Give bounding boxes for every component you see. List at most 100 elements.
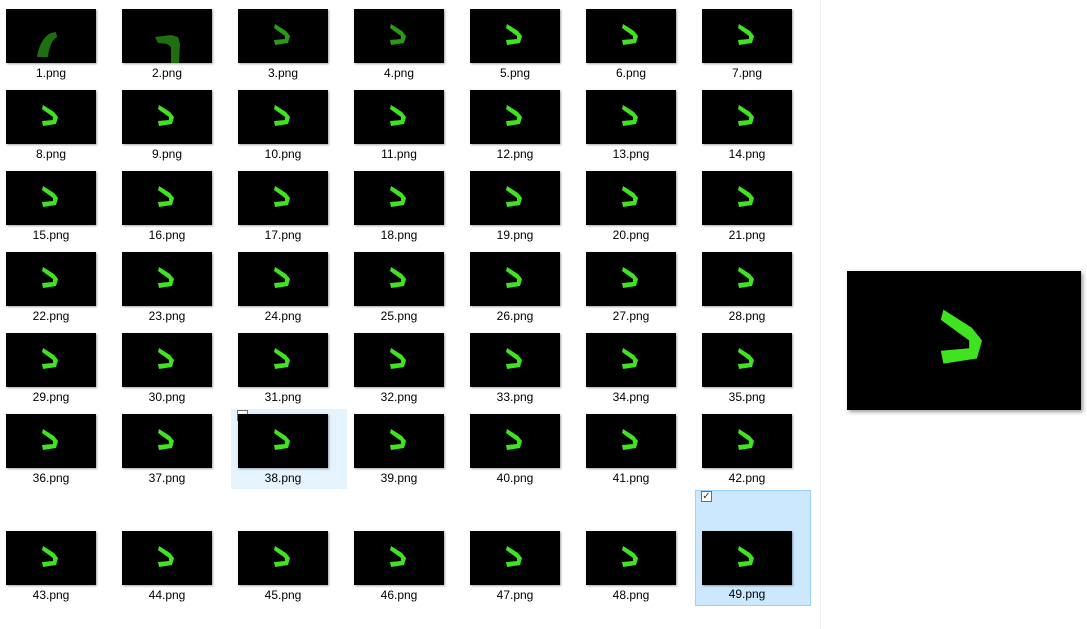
file-item[interactable]: 8.png — [0, 89, 115, 163]
file-name: 40.png — [496, 471, 534, 485]
file-thumbnail — [470, 9, 560, 63]
green-v-shape-icon — [42, 546, 58, 567]
file-thumbnail — [702, 90, 792, 144]
green-v-shape-icon — [274, 186, 290, 207]
file-name: 42.png — [728, 471, 766, 485]
file-thumbnail — [122, 252, 212, 306]
file-item[interactable]: 44.png — [115, 530, 231, 604]
file-item[interactable]: 33.png — [463, 332, 579, 406]
file-thumbnail — [122, 90, 212, 144]
file-item[interactable]: 34.png — [579, 332, 695, 406]
file-name: 10.png — [264, 147, 302, 161]
file-item[interactable]: 47.png — [463, 530, 579, 604]
file-item[interactable]: 31.png — [231, 332, 347, 406]
file-name: 46.png — [380, 588, 418, 602]
pane-divider[interactable] — [820, 0, 821, 629]
file-name: 35.png — [728, 390, 766, 404]
file-item[interactable]: 17.png — [231, 170, 347, 244]
file-thumbnail — [238, 333, 328, 387]
file-item[interactable]: 27.png — [579, 251, 695, 325]
green-v-shape-icon — [390, 186, 406, 207]
file-item[interactable]: 22.png — [0, 251, 115, 325]
file-thumbnail — [122, 531, 212, 585]
checkbox-icon[interactable]: ✓ — [701, 491, 712, 502]
file-item[interactable]: 14.png — [695, 89, 811, 163]
green-v-shape-icon — [274, 267, 290, 288]
file-item[interactable]: 15.png — [0, 170, 115, 244]
green-v-shape-icon — [158, 546, 174, 567]
file-item[interactable]: 28.png — [695, 251, 811, 325]
file-item[interactable]: 29.png — [0, 332, 115, 406]
green-v-shape-icon — [158, 267, 174, 288]
file-item[interactable]: 19.png — [463, 170, 579, 244]
file-item[interactable]: 7.png — [695, 8, 811, 82]
file-item[interactable]: 24.png — [231, 251, 347, 325]
file-item[interactable]: ✓ 49.png — [695, 490, 811, 606]
file-thumbnail — [238, 252, 328, 306]
file-item[interactable]: 2.png — [115, 8, 231, 82]
file-item[interactable]: 4.png — [347, 8, 463, 82]
file-item[interactable]: 10.png — [231, 89, 347, 163]
file-item[interactable]: 41.png — [579, 413, 695, 487]
file-thumbnail — [354, 9, 444, 63]
green-v-shape-icon — [622, 186, 638, 207]
green-v-shape-icon — [42, 186, 58, 207]
file-thumbnail — [702, 9, 792, 63]
file-thumbnail — [354, 252, 444, 306]
file-name: 3.png — [267, 66, 299, 80]
green-v-shape-icon — [738, 546, 754, 567]
file-item[interactable]: 6.png — [579, 8, 695, 82]
file-item[interactable]: 25.png — [347, 251, 463, 325]
file-thumbnail — [586, 9, 676, 63]
green-v-shape-icon — [622, 546, 638, 567]
file-item[interactable]: 11.png — [347, 89, 463, 163]
green-v-shape-icon — [274, 429, 290, 450]
file-item[interactable]: 40.png — [463, 413, 579, 487]
file-item[interactable]: 38.png — [231, 409, 347, 489]
green-v-shape-icon — [42, 429, 58, 450]
file-name: 28.png — [728, 309, 766, 323]
file-item[interactable]: 48.png — [579, 530, 695, 604]
file-item[interactable]: 16.png — [115, 170, 231, 244]
file-item[interactable]: 12.png — [463, 89, 579, 163]
file-item[interactable]: 5.png — [463, 8, 579, 82]
file-thumbnail — [354, 531, 444, 585]
file-item[interactable]: 9.png — [115, 89, 231, 163]
file-item[interactable]: 37.png — [115, 413, 231, 487]
file-name: 13.png — [612, 147, 650, 161]
file-item[interactable]: 20.png — [579, 170, 695, 244]
file-item[interactable]: 35.png — [695, 332, 811, 406]
green-v-shape-icon — [622, 24, 638, 45]
file-thumbnail — [354, 171, 444, 225]
file-name: 1.png — [35, 66, 67, 80]
file-name: 37.png — [148, 471, 186, 485]
green-v-shape-icon — [622, 105, 638, 126]
file-item[interactable]: 3.png — [231, 8, 347, 82]
file-thumbnail — [122, 9, 212, 63]
file-name: 9.png — [151, 147, 183, 161]
file-item[interactable]: 45.png — [231, 530, 347, 604]
file-thumbnail — [354, 333, 444, 387]
file-thumbnail — [238, 90, 328, 144]
file-item[interactable]: 23.png — [115, 251, 231, 325]
file-item[interactable]: 1.png — [0, 8, 115, 82]
file-item[interactable]: 30.png — [115, 332, 231, 406]
file-item[interactable]: 43.png — [0, 530, 115, 604]
file-thumbnail — [702, 171, 792, 225]
file-item[interactable]: 21.png — [695, 170, 811, 244]
file-item[interactable]: 42.png — [695, 413, 811, 487]
file-item[interactable]: 32.png — [347, 332, 463, 406]
green-v-shape-icon — [158, 105, 174, 126]
file-thumbnail — [238, 171, 328, 225]
green-v-shape-icon — [390, 105, 406, 126]
file-thumbnail — [470, 171, 560, 225]
file-item[interactable]: 46.png — [347, 530, 463, 604]
file-name: 26.png — [496, 309, 534, 323]
file-item[interactable]: 26.png — [463, 251, 579, 325]
file-name: 11.png — [381, 147, 417, 161]
file-item[interactable]: 18.png — [347, 170, 463, 244]
file-thumbnail — [238, 9, 328, 63]
file-item[interactable]: 39.png — [347, 413, 463, 487]
file-item[interactable]: 13.png — [579, 89, 695, 163]
file-item[interactable]: 36.png — [0, 413, 115, 487]
